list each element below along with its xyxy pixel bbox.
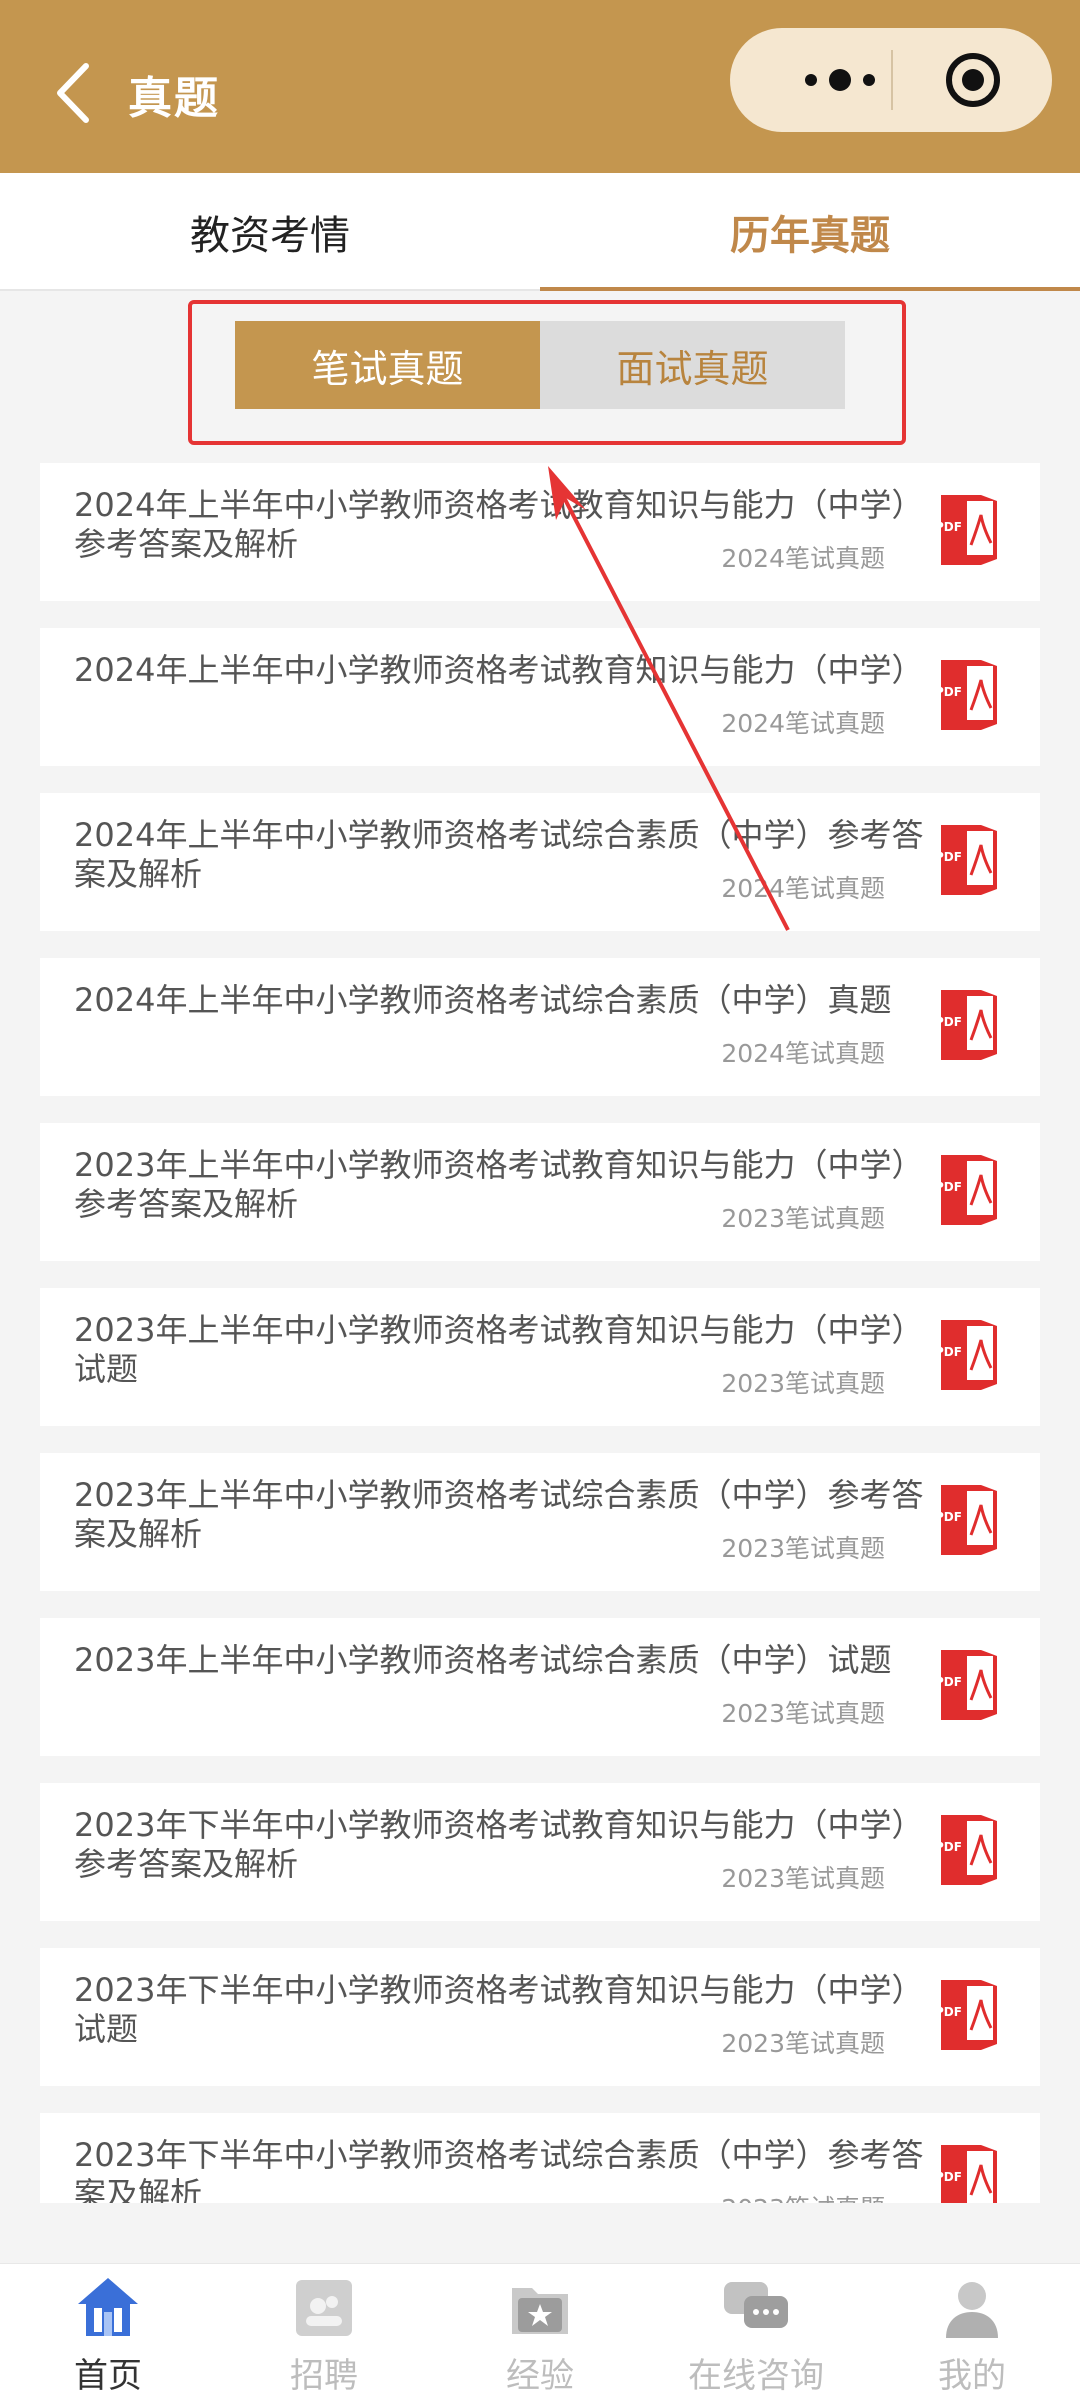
pdf-icon[interactable]: PDF xyxy=(927,1646,1001,1720)
paper-list-item[interactable]: 2023年下半年中小学教师资格考试教育知识与能力（中学）参考答案及解析 2023笔… xyxy=(40,1783,1040,1921)
nav-home[interactable]: 首页 xyxy=(0,2264,216,2397)
paper-category-tag: 2023笔试真题 xyxy=(721,2189,885,2203)
bottom-navigation: 首页 招聘 经验 在线咨询 我的 xyxy=(0,2263,1080,2397)
paper-category-tag: 2023笔试真题 xyxy=(721,1699,885,1728)
svg-text:PDF: PDF xyxy=(935,1675,962,1689)
user-icon xyxy=(946,2282,998,2338)
paper-category-tag: 2024笔试真题 xyxy=(721,709,885,738)
paper-category-tag: 2023笔试真题 xyxy=(721,1864,885,1893)
nav-experience-label: 经验 xyxy=(506,2356,574,2396)
paper-list-item[interactable]: 2024年上半年中小学教师资格考试教育知识与能力（中学）参考答案及解析 2024笔… xyxy=(40,463,1040,601)
pdf-icon[interactable]: PDF xyxy=(927,1316,1001,1390)
paper-list-item[interactable]: 2023年上半年中小学教师资格考试综合素质（中学）参考答案及解析 2023笔试真题… xyxy=(40,1453,1040,1591)
svg-text:PDF: PDF xyxy=(935,1510,962,1524)
paper-category-tag: 2024笔试真题 xyxy=(721,1039,885,1068)
pdf-icon[interactable]: PDF xyxy=(927,1481,1001,1555)
page-title: 真题 xyxy=(128,73,220,124)
more-dots-icon xyxy=(805,74,817,86)
recruit-icon xyxy=(296,2280,352,2336)
capsule-divider xyxy=(891,50,893,110)
paper-category-tag: 2023笔试真题 xyxy=(721,2029,885,2058)
svg-text:PDF: PDF xyxy=(935,1840,962,1854)
svg-text:PDF: PDF xyxy=(935,1015,962,1029)
target-icon[interactable] xyxy=(943,50,1003,110)
paper-title: 2024年上半年中小学教师资格考试教育知识与能力（中学） xyxy=(74,651,924,689)
svg-text:PDF: PDF xyxy=(935,1180,962,1194)
paper-list-item[interactable]: 2023年上半年中小学教师资格考试教育知识与能力（中学）参考答案及解析 2023笔… xyxy=(40,1123,1040,1261)
nav-recruit-label: 招聘 xyxy=(290,2356,358,2396)
back-button[interactable] xyxy=(50,58,100,128)
segment-written-exam[interactable]: 笔试真题 xyxy=(235,321,540,409)
segmented-control: 笔试真题 面试真题 xyxy=(235,321,845,409)
paper-list-item[interactable]: 2023年上半年中小学教师资格考试综合素质（中学）试题 2023笔试真题 PDF xyxy=(40,1618,1040,1756)
svg-text:PDF: PDF xyxy=(935,685,962,699)
svg-text:PDF: PDF xyxy=(935,2170,962,2184)
paper-title: 2023年上半年中小学教师资格考试综合素质（中学）试题 xyxy=(74,1641,892,1679)
paper-category-tag: 2024笔试真题 xyxy=(721,874,885,903)
pdf-icon[interactable]: PDF xyxy=(927,491,1001,565)
pdf-icon[interactable]: PDF xyxy=(927,821,1001,895)
pdf-icon[interactable]: PDF xyxy=(927,2141,1001,2203)
paper-category-tag: 2023笔试真题 xyxy=(721,1369,885,1398)
chat-icon xyxy=(724,2282,788,2328)
paper-list-item[interactable]: 2023年下半年中小学教师资格考试综合素质（中学）参考答案及解析2023笔试真题… xyxy=(40,2113,1040,2203)
nav-experience[interactable]: 经验 xyxy=(432,2264,648,2397)
svg-text:PDF: PDF xyxy=(935,2005,962,2019)
nav-online-consult-label: 在线咨询 xyxy=(688,2356,824,2396)
paper-list-item[interactable]: 2024年上半年中小学教师资格考试综合素质（中学）真题 2024笔试真题 PDF xyxy=(40,958,1040,1096)
pdf-icon[interactable]: PDF xyxy=(927,1976,1001,2050)
svg-text:PDF: PDF xyxy=(935,850,962,864)
paper-list: 2024年上半年中小学教师资格考试教育知识与能力（中学）参考答案及解析 2024笔… xyxy=(40,463,1040,2203)
paper-category-tag: 2024笔试真题 xyxy=(721,544,885,573)
svg-text:PDF: PDF xyxy=(935,1345,962,1359)
paper-list-item[interactable]: 2024年上半年中小学教师资格考试教育知识与能力（中学） 2024笔试真题 PDF xyxy=(40,628,1040,766)
paper-list-item[interactable]: 2023年上半年中小学教师资格考试教育知识与能力（中学）试题 2023笔试真题 PD… xyxy=(40,1288,1040,1426)
folder-star-icon xyxy=(512,2288,568,2334)
nav-mine[interactable]: 我的 xyxy=(864,2264,1080,2397)
paper-list-item[interactable]: 2024年上半年中小学教师资格考试综合素质（中学）参考答案及解析 2024笔试真题… xyxy=(40,793,1040,931)
home-icon xyxy=(78,2278,138,2336)
mini-program-capsule xyxy=(730,28,1052,132)
paper-category-tag: 2023笔试真题 xyxy=(721,1204,885,1233)
svg-text:PDF: PDF xyxy=(935,520,962,534)
nav-recruit[interactable]: 招聘 xyxy=(216,2264,432,2397)
more-button[interactable] xyxy=(770,28,910,132)
nav-online-consult[interactable]: 在线咨询 xyxy=(648,2264,864,2397)
top-bar: 真题 xyxy=(0,0,1080,173)
pdf-icon[interactable]: PDF xyxy=(927,986,1001,1060)
paper-category-tag: 2023笔试真题 xyxy=(721,1534,885,1563)
segment-interview-exam[interactable]: 面试真题 xyxy=(540,321,845,409)
paper-title: 2024年上半年中小学教师资格考试综合素质（中学）真题 xyxy=(74,981,892,1019)
pdf-icon[interactable]: PDF xyxy=(927,1811,1001,1885)
nav-mine-label: 我的 xyxy=(938,2356,1006,2396)
active-tab-indicator xyxy=(540,287,1080,291)
paper-list-item[interactable]: 2023年下半年中小学教师资格考试教育知识与能力（中学）试题 2023笔试真题 PD… xyxy=(40,1948,1040,2086)
pdf-icon[interactable]: PDF xyxy=(927,1151,1001,1225)
tab-past-papers[interactable]: 历年真题 xyxy=(540,173,1080,291)
chevron-left-icon xyxy=(57,63,89,123)
tab-bar: 教资考情 历年真题 xyxy=(0,173,1080,291)
nav-home-label: 首页 xyxy=(74,2356,142,2396)
pdf-icon[interactable]: PDF xyxy=(927,656,1001,730)
tab-exam-info[interactable]: 教资考情 xyxy=(0,173,540,291)
